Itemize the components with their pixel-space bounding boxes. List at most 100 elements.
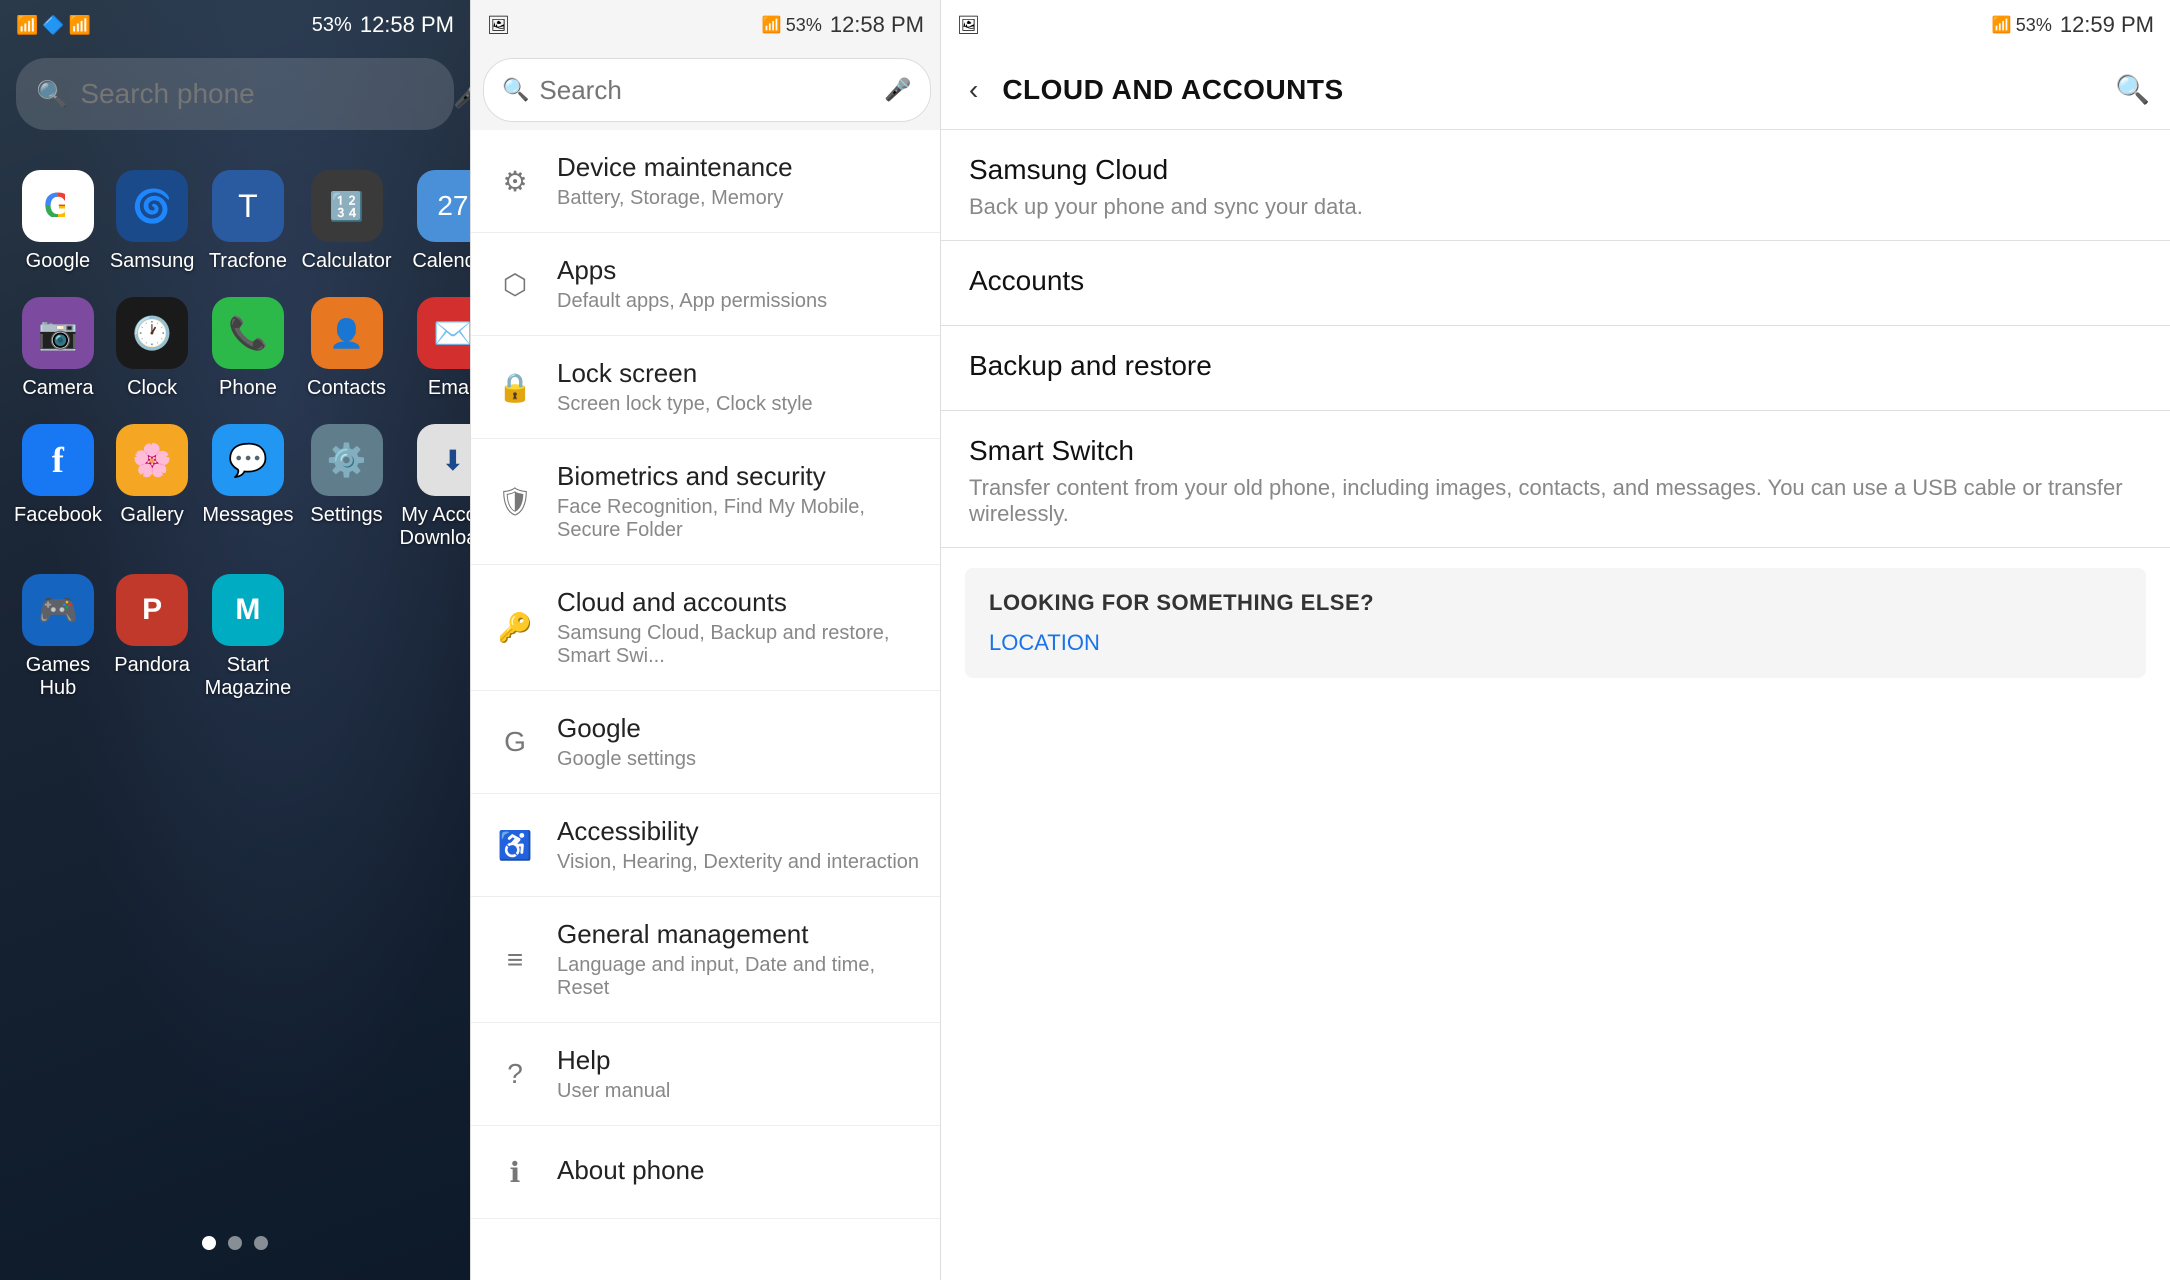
wifi-icon: 📶 — [69, 15, 91, 36]
app-item-clock[interactable]: 🕐 Clock — [106, 285, 199, 412]
app-item-gallery[interactable]: 🌸 Gallery — [106, 412, 199, 562]
app-icon-startmag: M — [212, 574, 284, 646]
settings-text-device-maintenance: Device maintenance Battery, Storage, Mem… — [557, 152, 920, 210]
settings-item-biometrics[interactable]: 🛡 Biometrics and security Face Recogniti… — [471, 439, 940, 565]
bt-icon: 🔷 — [42, 15, 64, 36]
looking-box: LOOKING FOR SOMETHING ELSE? LOCATION — [965, 568, 2146, 678]
app-icon-contacts: 👤 — [311, 297, 383, 369]
settings-title-accessibility: Accessibility — [557, 816, 920, 847]
settings-item-accessibility[interactable]: ♿ Accessibility Vision, Hearing, Dexteri… — [471, 794, 940, 897]
app-item-google[interactable]: G Google — [10, 158, 106, 285]
app-label-pandora: Pandora — [114, 654, 190, 677]
app-item-contacts[interactable]: 👤 Contacts — [298, 285, 396, 412]
settings-item-lock-screen[interactable]: 🔒 Lock screen Screen lock type, Clock st… — [471, 336, 940, 439]
app-item-settings[interactable]: ⚙️ Settings — [298, 412, 396, 562]
app-icon-phone: 📞 — [212, 297, 284, 369]
cloud-section-backup-restore[interactable]: Backup and restore — [941, 326, 2170, 411]
home-mic-icon[interactable]: 🎤 — [453, 79, 470, 110]
settings-title-apps: Apps — [557, 255, 920, 286]
settings-title-google: Google — [557, 713, 920, 744]
app-item-tracfone[interactable]: T Tracfone — [198, 158, 297, 285]
cloud-content: Samsung Cloud Back up your phone and syn… — [941, 130, 2170, 1280]
app-item-pandora[interactable]: P Pandora — [106, 562, 199, 712]
app-icon-settings: ⚙️ — [311, 424, 383, 496]
cloud-section-accounts[interactable]: Accounts — [941, 241, 2170, 326]
settings-title-lock-screen: Lock screen — [557, 358, 920, 389]
cloud-section-title-smart-switch: Smart Switch — [969, 435, 2142, 467]
cloud-section-samsung-cloud[interactable]: Samsung Cloud Back up your phone and syn… — [941, 130, 2170, 241]
app-icon-clock: 🕐 — [116, 297, 188, 369]
app-icon-google: G — [22, 170, 94, 242]
app-icon-tracfone: T — [212, 170, 284, 242]
app-item-camera[interactable]: 📷 Camera — [10, 285, 106, 412]
app-icon-calculator: 🔢 — [311, 170, 383, 242]
settings-item-cloud-accounts[interactable]: 🔑 Cloud and accounts Samsung Cloud, Back… — [471, 565, 940, 691]
cloud-status-left: 🖼 — [957, 15, 980, 36]
app-item-myaccount[interactable]: ⬇ My Account Downloader — [396, 412, 470, 562]
settings-list: ⚙ Device maintenance Battery, Storage, M… — [471, 130, 940, 1280]
app-label-samsung: Samsung — [110, 250, 195, 273]
cloud-section-title-accounts: Accounts — [969, 265, 2142, 297]
app-label-facebook: Facebook — [14, 504, 102, 527]
home-search-icon: 🔍 — [36, 79, 68, 110]
settings-search-icon: 🔍 — [502, 77, 529, 103]
settings-text-google: Google Google settings — [557, 713, 920, 771]
settings-status-bar: 🖼 📶 53% 12:58 PM — [471, 0, 940, 50]
cloud-section-smart-switch[interactable]: Smart Switch Transfer content from your … — [941, 411, 2170, 548]
app-item-samsung[interactable]: 🌀 Samsung — [106, 158, 199, 285]
app-icon-pandora: P — [116, 574, 188, 646]
app-item-calculator[interactable]: 🔢 Calculator — [298, 158, 396, 285]
app-item-messages[interactable]: 💬 Messages — [198, 412, 297, 562]
app-label-tracfone: Tracfone — [209, 250, 287, 273]
s-battery: 53% — [786, 15, 822, 36]
settings-icon-about-phone: ℹ — [491, 1148, 539, 1196]
app-item-phone[interactable]: 📞 Phone — [198, 285, 297, 412]
app-item-gameshub[interactable]: 🎮 Games Hub — [10, 562, 106, 712]
settings-search-bar[interactable]: 🔍 🎤 — [483, 58, 931, 122]
settings-item-help[interactable]: ? Help User manual — [471, 1023, 940, 1126]
cloud-section-title-samsung-cloud: Samsung Cloud — [969, 154, 2142, 186]
settings-subtitle-google: Google settings — [557, 748, 920, 771]
location-link[interactable]: LOCATION — [989, 630, 2122, 656]
cloud-section-sub-smart-switch: Transfer content from your old phone, in… — [969, 475, 2142, 527]
home-status-left: 📶 🔷 📶 — [16, 15, 91, 36]
home-search-container[interactable]: 🔍 🎤 ⋮ — [16, 58, 454, 130]
settings-item-google[interactable]: G Google Google settings — [471, 691, 940, 794]
settings-subtitle-biometrics: Face Recognition, Find My Mobile, Secure… — [557, 496, 920, 542]
cloud-clock: 12:59 PM — [2060, 12, 2154, 38]
settings-subtitle-cloud-accounts: Samsung Cloud, Backup and restore, Smart… — [557, 622, 920, 668]
settings-text-accessibility: Accessibility Vision, Hearing, Dexterity… — [557, 816, 920, 874]
app-item-facebook[interactable]: f Facebook — [10, 412, 106, 562]
app-label-email: Email — [428, 377, 470, 400]
settings-title-help: Help — [557, 1045, 920, 1076]
settings-icon-general-management: ≡ — [491, 936, 539, 984]
app-icon-camera: 📷 — [22, 297, 94, 369]
app-item-calendar[interactable]: 27 Calendar — [396, 158, 470, 285]
settings-subtitle-apps: Default apps, App permissions — [557, 290, 920, 313]
sim-icon: 📶 — [16, 15, 38, 36]
settings-status-right: 📶 53% 12:58 PM — [762, 12, 924, 38]
app-item-startmag[interactable]: M Start Magazine — [198, 562, 297, 712]
settings-item-general-management[interactable]: ≡ General management Language and input,… — [471, 897, 940, 1023]
settings-item-device-maintenance[interactable]: ⚙ Device maintenance Battery, Storage, M… — [471, 130, 940, 233]
settings-item-apps[interactable]: ⬡ Apps Default apps, App permissions — [471, 233, 940, 336]
app-icon-samsung: 🌀 — [116, 170, 188, 242]
settings-search-input[interactable] — [539, 75, 874, 106]
back-button[interactable]: ‹ — [961, 70, 986, 110]
dot-3 — [254, 1236, 268, 1250]
settings-icon-lock-screen: 🔒 — [491, 363, 539, 411]
app-label-calculator: Calculator — [302, 250, 392, 273]
settings-title-general-management: General management — [557, 919, 920, 950]
settings-clock: 12:58 PM — [830, 12, 924, 38]
home-search-input[interactable] — [80, 78, 441, 110]
settings-icon-apps: ⬡ — [491, 260, 539, 308]
settings-item-about-phone[interactable]: ℹ About phone — [471, 1126, 940, 1219]
app-label-contacts: Contacts — [307, 377, 386, 400]
looking-title: LOOKING FOR SOMETHING ELSE? — [989, 590, 2122, 616]
settings-mic-icon[interactable]: 🎤 — [884, 77, 911, 103]
app-item-email[interactable]: ✉️ Email — [396, 285, 470, 412]
settings-text-help: Help User manual — [557, 1045, 920, 1103]
s-photo-icon: 🖼 — [487, 15, 510, 36]
cloud-search-button[interactable]: 🔍 — [2115, 73, 2150, 106]
app-icon-facebook: f — [22, 424, 94, 496]
